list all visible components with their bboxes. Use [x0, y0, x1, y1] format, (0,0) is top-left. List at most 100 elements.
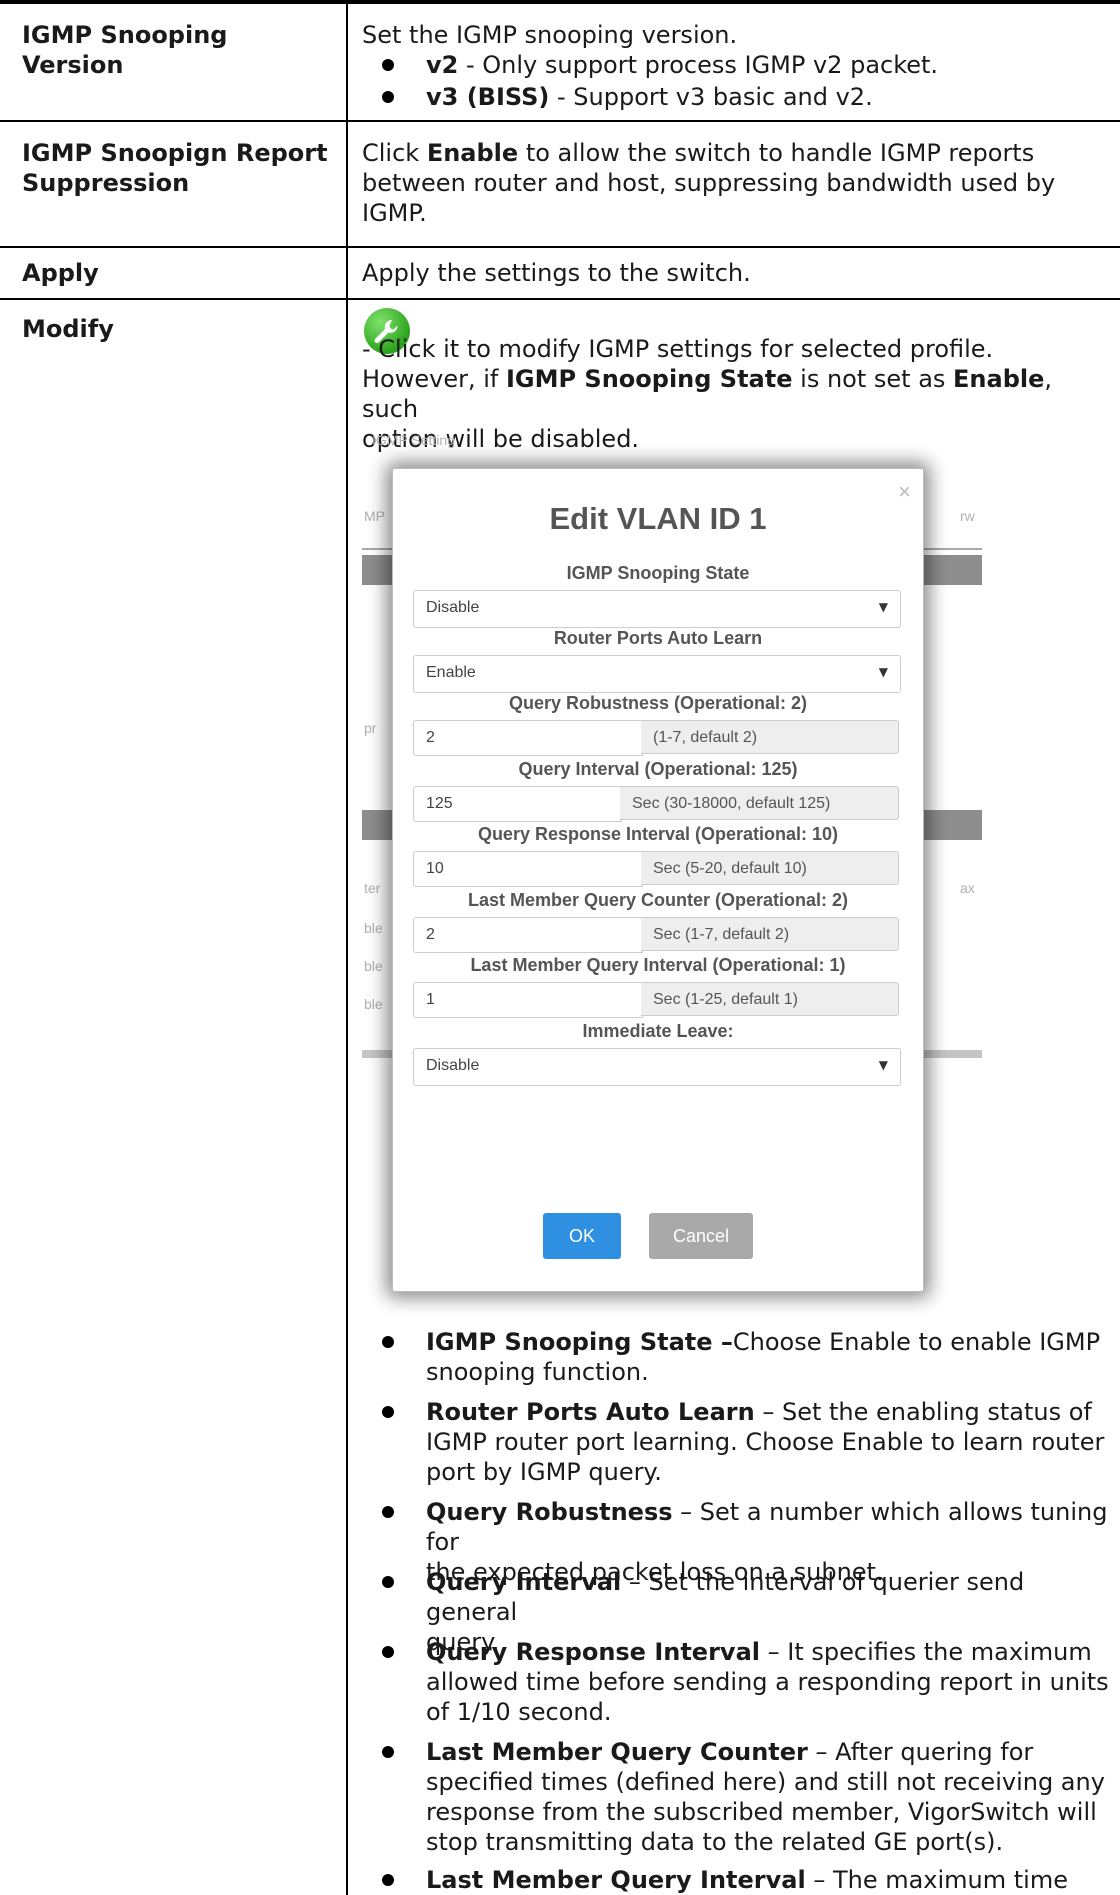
- input-hint: Sec (1-7, default 2): [641, 917, 899, 951]
- bullet-text: - Support v3 basic and v2.: [549, 83, 873, 111]
- field-label: Query Interval (Operational: 125): [518, 759, 798, 779]
- desc-line: - Click it to modify IGMP settings for s…: [362, 335, 994, 363]
- query-robustness-input[interactable]: 2: [413, 720, 643, 756]
- snooping-state-select[interactable]: Disable ▼: [413, 590, 901, 628]
- desc-text: is not set as: [792, 365, 954, 393]
- desc-bold: Enable: [953, 365, 1045, 393]
- background-text: ter: [364, 880, 381, 896]
- desc-text: to allow the switch to handle IGMP repor…: [518, 139, 1035, 167]
- input-hint: Sec (5-20, default 10): [641, 851, 899, 885]
- label-line: IGMP Snoopign Report: [22, 139, 328, 167]
- cancel-button[interactable]: Cancel: [649, 1213, 753, 1259]
- field-label: Last Member Query Counter (Operational: …: [467, 890, 849, 910]
- desc-bold: IGMP Snooping State: [505, 365, 793, 393]
- query-response-input[interactable]: 10: [413, 851, 643, 887]
- row-desc-snooping-version: Set the IGMP snooping version.: [362, 21, 738, 49]
- background-tab: IGMP Setting: [372, 432, 456, 448]
- desc-line: between router and host, suppressing ban…: [362, 169, 1056, 197]
- last-member-interval-field: 1 Sec (1-25, default 1): [413, 982, 899, 1018]
- desc-line: IGMP.: [362, 199, 427, 227]
- column-divider: [346, 0, 348, 1895]
- edit-vlan-dialog: × Edit VLAN ID 1 IGMP Snooping State Dis…: [392, 468, 924, 1292]
- row-label-modify: Modify: [22, 315, 114, 343]
- field-label: Router Ports Auto Learn: [553, 628, 763, 648]
- ok-button[interactable]: OK: [543, 1213, 621, 1259]
- bullet-icon: [382, 91, 394, 103]
- bullet-term: Last Member Query Interval: [426, 1866, 806, 1894]
- input-value: 10: [426, 860, 444, 877]
- row-divider: [0, 298, 1120, 300]
- field-label: Query Robustness (Operational: 2): [508, 693, 808, 713]
- bullet-icon: [382, 59, 394, 71]
- bullet-text: response from the subscribed member, Vig…: [426, 1798, 1097, 1826]
- background-text: pr: [364, 720, 377, 736]
- bullet-term: v2: [426, 51, 459, 79]
- bullet-text: It specifies the maximum: [787, 1638, 1092, 1666]
- bullet-text: snooping function.: [426, 1358, 649, 1386]
- bullet-icon: [382, 1874, 394, 1886]
- row-desc-apply: Apply the settings to the switch.: [362, 259, 751, 287]
- row-divider: [0, 120, 1120, 122]
- bullet-term: Query Robustness: [426, 1498, 673, 1526]
- bullet-icon: [382, 1406, 394, 1418]
- query-interval-input[interactable]: 125: [413, 786, 622, 822]
- input-value: 2: [426, 729, 435, 746]
- bullet-separator: –: [754, 1398, 782, 1426]
- bullet-separator: –: [672, 1498, 700, 1526]
- immediate-leave-select[interactable]: Disable ▼: [413, 1048, 901, 1086]
- background-text: ble: [364, 996, 383, 1012]
- bullet-text: stop transmitting data to the related GE…: [426, 1828, 1004, 1856]
- bullet-text: port by IGMP query.: [426, 1458, 662, 1486]
- router-auto-learn-select[interactable]: Enable ▼: [413, 655, 901, 693]
- bullet-term: Query Response Interval: [426, 1638, 760, 1666]
- background-text: ble: [364, 920, 383, 936]
- background-text: MP: [364, 508, 385, 524]
- bullet-separator: –: [759, 1638, 788, 1666]
- background-text: ax: [960, 880, 975, 896]
- field-label: Immediate Leave:: [582, 1021, 734, 1041]
- bullet-icon: [382, 1506, 394, 1518]
- field-label: IGMP Snooping State: [566, 563, 750, 583]
- query-response-field: 10 Sec (5-20, default 10): [413, 851, 899, 887]
- desc-bold: Enable: [426, 139, 519, 167]
- query-interval-field: 125 Sec (30-18000, default 125): [413, 786, 899, 822]
- last-member-interval-input[interactable]: 1: [413, 982, 643, 1018]
- row-label-apply: Apply: [22, 259, 99, 287]
- query-robustness-field: 2 (1-7, default 2): [413, 720, 899, 756]
- bullet-text: specified times (defined here) and still…: [426, 1768, 1105, 1796]
- bullet-term: Last Member Query Counter: [426, 1738, 808, 1766]
- bullet-separator: –: [805, 1866, 833, 1894]
- background-text: ble: [364, 958, 383, 974]
- bullet-icon: [382, 1746, 394, 1758]
- row-label-report-suppression: IGMP Snoopign Report Suppression: [22, 138, 332, 198]
- desc-text: However, if: [362, 365, 506, 393]
- bullet-term: IGMP Snooping State: [426, 1328, 713, 1356]
- caret-down-icon: ▼: [878, 600, 888, 614]
- field-label: Last Member Query Interval (Operational:…: [470, 955, 846, 975]
- input-value: 1: [426, 991, 435, 1008]
- select-value: Enable: [426, 664, 476, 681]
- background-text: rw: [960, 508, 975, 524]
- bullet-term: v3 (BISS): [426, 83, 550, 111]
- caret-down-icon: ▼: [878, 665, 888, 679]
- bullet-text: Set the enabling status of: [781, 1398, 1092, 1426]
- document-page: IGMP Snooping Version Set the IGMP snoop…: [0, 0, 1120, 1895]
- bullet-text: allowed time before sending a responding…: [426, 1668, 1109, 1696]
- bullet-text: The maximum time: [832, 1866, 1068, 1894]
- last-member-counter-input[interactable]: 2: [413, 917, 643, 953]
- label-line: Suppression: [22, 169, 190, 197]
- field-label: Query Response Interval (Operational: 10…: [477, 824, 839, 844]
- input-hint: Sec (1-25, default 1): [641, 982, 899, 1016]
- caret-down-icon: ▼: [878, 1058, 888, 1072]
- bullet-term: Router Ports Auto Learn: [426, 1398, 755, 1426]
- bullet-text: of 1/10 second.: [426, 1698, 612, 1726]
- input-hint: Sec (30-18000, default 125): [620, 786, 899, 820]
- input-hint: (1-7, default 2): [641, 720, 899, 754]
- bullet-icon: [382, 1336, 394, 1348]
- bullet-term: Query Interval: [426, 1568, 622, 1596]
- input-value: 125: [426, 795, 453, 812]
- desc-text: Click: [362, 139, 427, 167]
- bullet-separator: –: [621, 1568, 649, 1596]
- row-desc-report-suppression: Click Enable to allow the switch to hand…: [362, 138, 1102, 228]
- bullet-separator: –: [712, 1328, 733, 1356]
